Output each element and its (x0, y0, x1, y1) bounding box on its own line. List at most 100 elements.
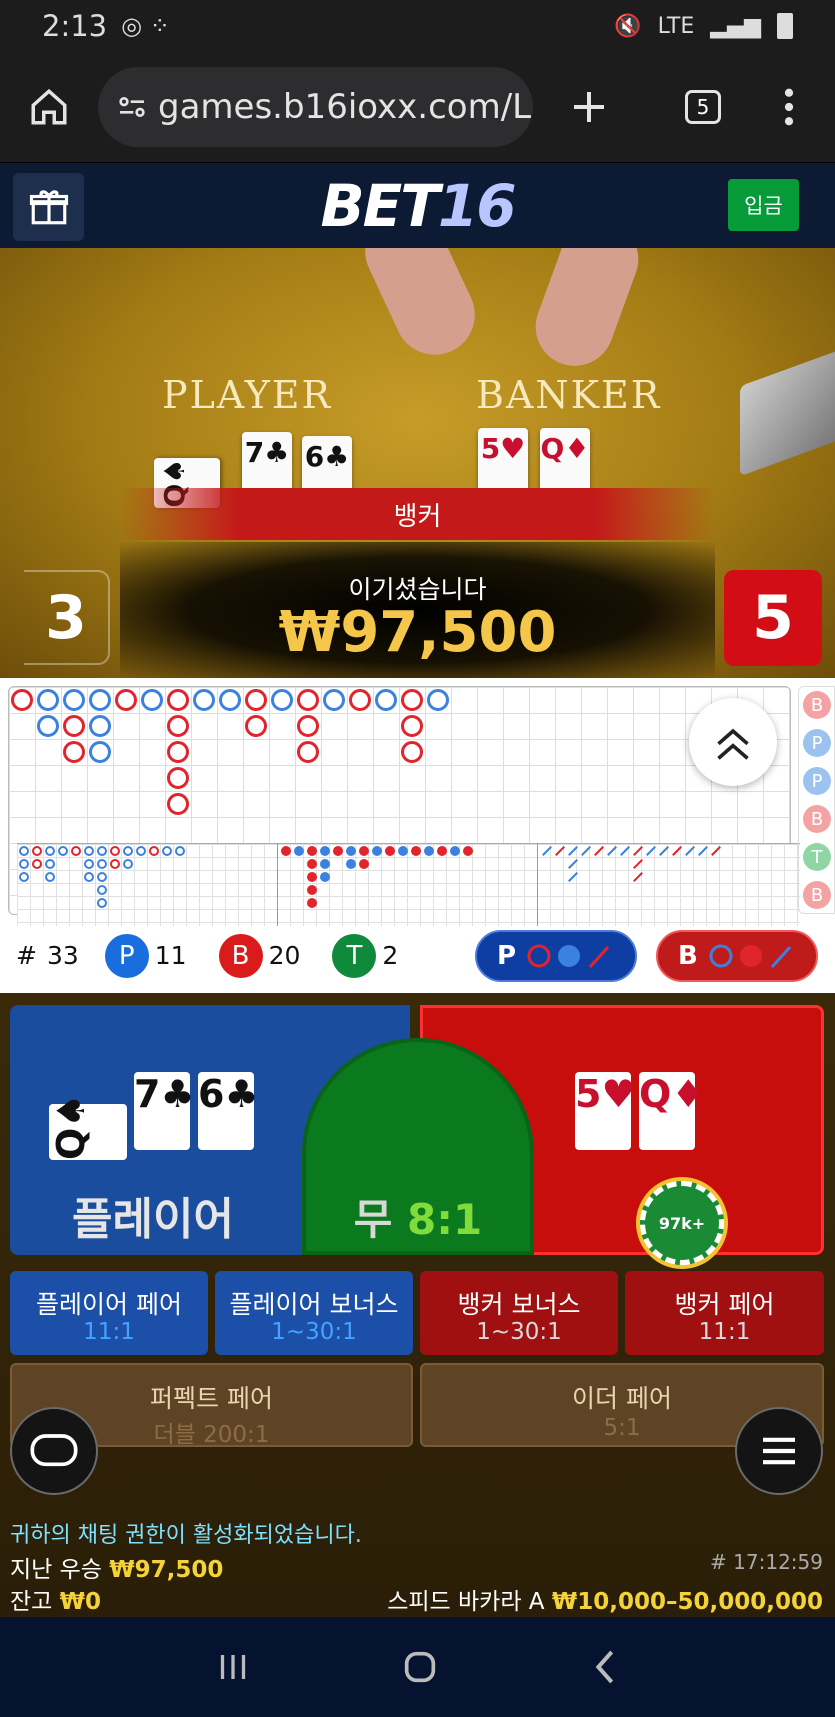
road-mark (97, 846, 107, 856)
banker-bonus-bet[interactable]: 뱅커 보너스 1~30:1 (420, 1271, 618, 1355)
gift-icon (29, 190, 68, 225)
player-ask-label: P (497, 941, 517, 971)
road-mark (607, 846, 617, 856)
road-mark (307, 898, 317, 908)
road-mark (437, 846, 447, 856)
last-win-label: 지난 우승 (10, 1557, 102, 1583)
road-mark (110, 846, 120, 856)
dealer-hand-left (352, 248, 488, 368)
chat-icon (30, 1434, 78, 1467)
banker-ask-button[interactable]: B (656, 930, 818, 982)
address-bar[interactable]: games.b16ioxx.com/L (98, 67, 533, 147)
road-mark (633, 872, 643, 882)
more-menu-icon[interactable] (783, 88, 795, 126)
road-mark (271, 689, 293, 711)
road-mark (19, 859, 29, 869)
player-pair-label: 플레이어 페어 (36, 1290, 182, 1319)
road-mark (401, 741, 423, 763)
app-notification-icon: ◎ ⁘ (121, 12, 170, 40)
road-mark (84, 872, 94, 882)
card-shoe (740, 349, 835, 477)
gift-button[interactable] (13, 173, 84, 241)
road-mark (110, 859, 120, 869)
system-nav-bar (0, 1617, 835, 1717)
battery-icon (777, 13, 793, 39)
road-mark (320, 846, 330, 856)
double-chevron-up-icon (717, 728, 749, 760)
tie-badge: T (332, 933, 377, 978)
road-mark (463, 846, 473, 856)
home-icon[interactable] (28, 86, 70, 128)
chat-button[interactable] (10, 1407, 98, 1495)
road-mark (411, 846, 421, 856)
road-mark (37, 715, 59, 737)
player-pair-bet[interactable]: 플레이어 페어 11:1 (10, 1271, 208, 1355)
back-icon[interactable] (590, 1647, 620, 1687)
road-divider (277, 844, 278, 926)
road-mark (555, 846, 565, 856)
road-mark (297, 715, 319, 737)
road-mark (32, 846, 42, 856)
winner-banner: 뱅커 (120, 488, 715, 540)
road-mark (141, 689, 163, 711)
road-mark (97, 859, 107, 869)
home-nav-icon[interactable] (400, 1647, 440, 1687)
road-mark (89, 689, 111, 711)
road-mark (175, 846, 185, 856)
dealer-hand-right (524, 248, 650, 377)
banker-pair-bet[interactable]: 뱅커 페어 11:1 (625, 1271, 824, 1355)
chat-notice: 귀하의 채팅 권한이 활성화되었습니다. (10, 1523, 362, 1548)
tie-bet-spot[interactable]: 무 8:1 (302, 1038, 534, 1255)
player-ask-button[interactable]: P (475, 930, 637, 982)
betting-area: Q♠ 7♣ 6♣ 플레이어 5♥ Q♦ 무 8:1 97k+ 플레이어 페어 1… (0, 993, 835, 1617)
expand-roadmap-button[interactable] (689, 698, 777, 786)
road-mark (542, 846, 552, 856)
new-tab-icon[interactable] (569, 87, 609, 127)
road-mark (58, 846, 68, 856)
road-mark (32, 859, 42, 869)
road-mark (45, 872, 55, 882)
site-settings-icon[interactable] (116, 91, 148, 123)
road-mark (97, 872, 107, 882)
recent-apps-icon[interactable] (215, 1650, 251, 1684)
road-mark (581, 846, 591, 856)
road-mark (320, 859, 330, 869)
road-mark (245, 689, 267, 711)
site-header: BET16 입금 (0, 163, 835, 248)
road-mark (568, 859, 578, 869)
tie-label: 무 (353, 1195, 393, 1244)
banker-score: 5 (724, 570, 822, 666)
bet-player-card-1: Q♠ (49, 1094, 127, 1160)
menu-button[interactable] (735, 1407, 823, 1495)
player-bonus-bet[interactable]: 플레이어 보너스 1~30:1 (215, 1271, 413, 1355)
banker-pair-odds: 11:1 (698, 1319, 751, 1345)
bet-player-card-2: 7♣ (134, 1072, 195, 1150)
table-info: 스피드 바카라 A ₩10,000–50,000,000 (387, 1582, 823, 1616)
banker-ask-label: B (678, 941, 698, 971)
side-letter: P (803, 729, 831, 757)
status-bar: 2:13 ◎ ⁘ 🔇 LTE ▂▄▆ (0, 0, 835, 52)
road-mark (349, 689, 371, 711)
road-mark (297, 741, 319, 763)
road-mark (149, 846, 159, 856)
win-amount: ₩97,500 (278, 600, 557, 665)
deposit-button[interactable]: 입금 (728, 179, 799, 231)
site-logo[interactable]: BET16 (320, 172, 516, 240)
last-win: 지난 우승 ₩97,500 (10, 1550, 223, 1584)
road-mark (136, 846, 146, 856)
road-divider (537, 844, 538, 926)
road-predict-icon (527, 944, 610, 969)
banker-badge: B (218, 933, 263, 978)
road-mark (307, 872, 317, 882)
banker-count: 20 (268, 941, 301, 970)
derived-roads (17, 843, 800, 926)
tie-odds: 8:1 (407, 1195, 483, 1244)
tab-switcher-button[interactable]: 5 (685, 90, 721, 124)
road-mark (167, 689, 189, 711)
side-letter: B (803, 881, 831, 909)
road-mark (123, 859, 133, 869)
road-mark (97, 885, 107, 895)
road-mark (359, 859, 369, 869)
road-mark (307, 859, 317, 869)
last-win-value: ₩97,500 (109, 1557, 224, 1583)
